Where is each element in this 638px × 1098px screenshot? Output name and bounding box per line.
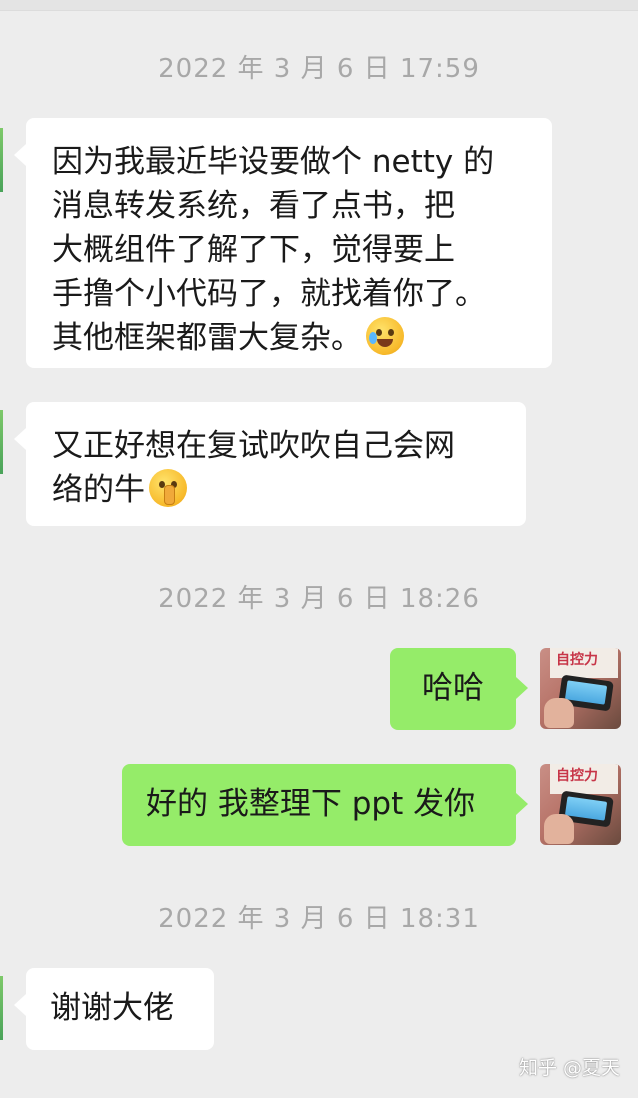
- contact-avatar-edge[interactable]: [0, 410, 3, 474]
- watermark: 知乎 @夏天: [518, 1057, 620, 1079]
- contact-avatar-edge[interactable]: [0, 128, 3, 192]
- message-line: 又正好想在复试吹吹自己会网: [52, 428, 455, 464]
- chat-view: 2022 年 3 月 6 日 17:59 因为我最近毕设要做个 netty 的 …: [0, 0, 638, 1098]
- message-line: 大概组件了解了下，觉得要上: [52, 232, 455, 268]
- message-text: 哈哈: [422, 670, 484, 706]
- message-line: 其他框架都雷大复杂。: [52, 320, 362, 356]
- user-avatar[interactable]: 自控力: [540, 648, 621, 729]
- message-line: 谢谢大佬: [50, 990, 174, 1026]
- message-line-with-emoji: 其他框架都雷大复杂。: [52, 316, 528, 360]
- avatar-hand: [544, 814, 574, 844]
- message-line: 消息转发系统，看了点书，把: [52, 188, 455, 224]
- avatar-book-title: 自控力: [556, 652, 598, 668]
- message-line: 手撸个小代码了，就找着你了。: [52, 276, 486, 312]
- timestamp: 2022 年 3 月 6 日 18:31: [158, 904, 480, 934]
- user-avatar[interactable]: 自控力: [540, 764, 621, 845]
- message-line: 络的牛: [52, 472, 145, 508]
- contact-avatar-edge[interactable]: [0, 976, 3, 1040]
- shushing-face-emoji: [149, 469, 187, 507]
- crying-face-emoji: [366, 317, 404, 355]
- timestamp: 2022 年 3 月 6 日 18:26: [158, 584, 480, 614]
- top-divider: [0, 0, 638, 11]
- avatar-hand: [544, 698, 574, 728]
- incoming-message-bubble[interactable]: 因为我最近毕设要做个 netty 的 消息转发系统，看了点书，把 大概组件了解了…: [14, 118, 552, 368]
- avatar-book-title: 自控力: [556, 768, 598, 784]
- incoming-message-bubble[interactable]: 谢谢大佬: [14, 968, 214, 1050]
- message-line-with-emoji: 络的牛: [52, 468, 502, 512]
- outgoing-message-bubble[interactable]: 好的 我整理下 ppt 发你: [122, 764, 528, 846]
- outgoing-message-bubble[interactable]: 哈哈: [390, 648, 528, 730]
- message-line: 因为我最近毕设要做个 netty 的: [52, 144, 495, 180]
- incoming-message-bubble[interactable]: 又正好想在复试吹吹自己会网 络的牛: [14, 402, 526, 526]
- timestamp: 2022 年 3 月 6 日 17:59: [158, 54, 480, 84]
- message-text: 好的 我整理下 ppt 发你: [146, 786, 476, 822]
